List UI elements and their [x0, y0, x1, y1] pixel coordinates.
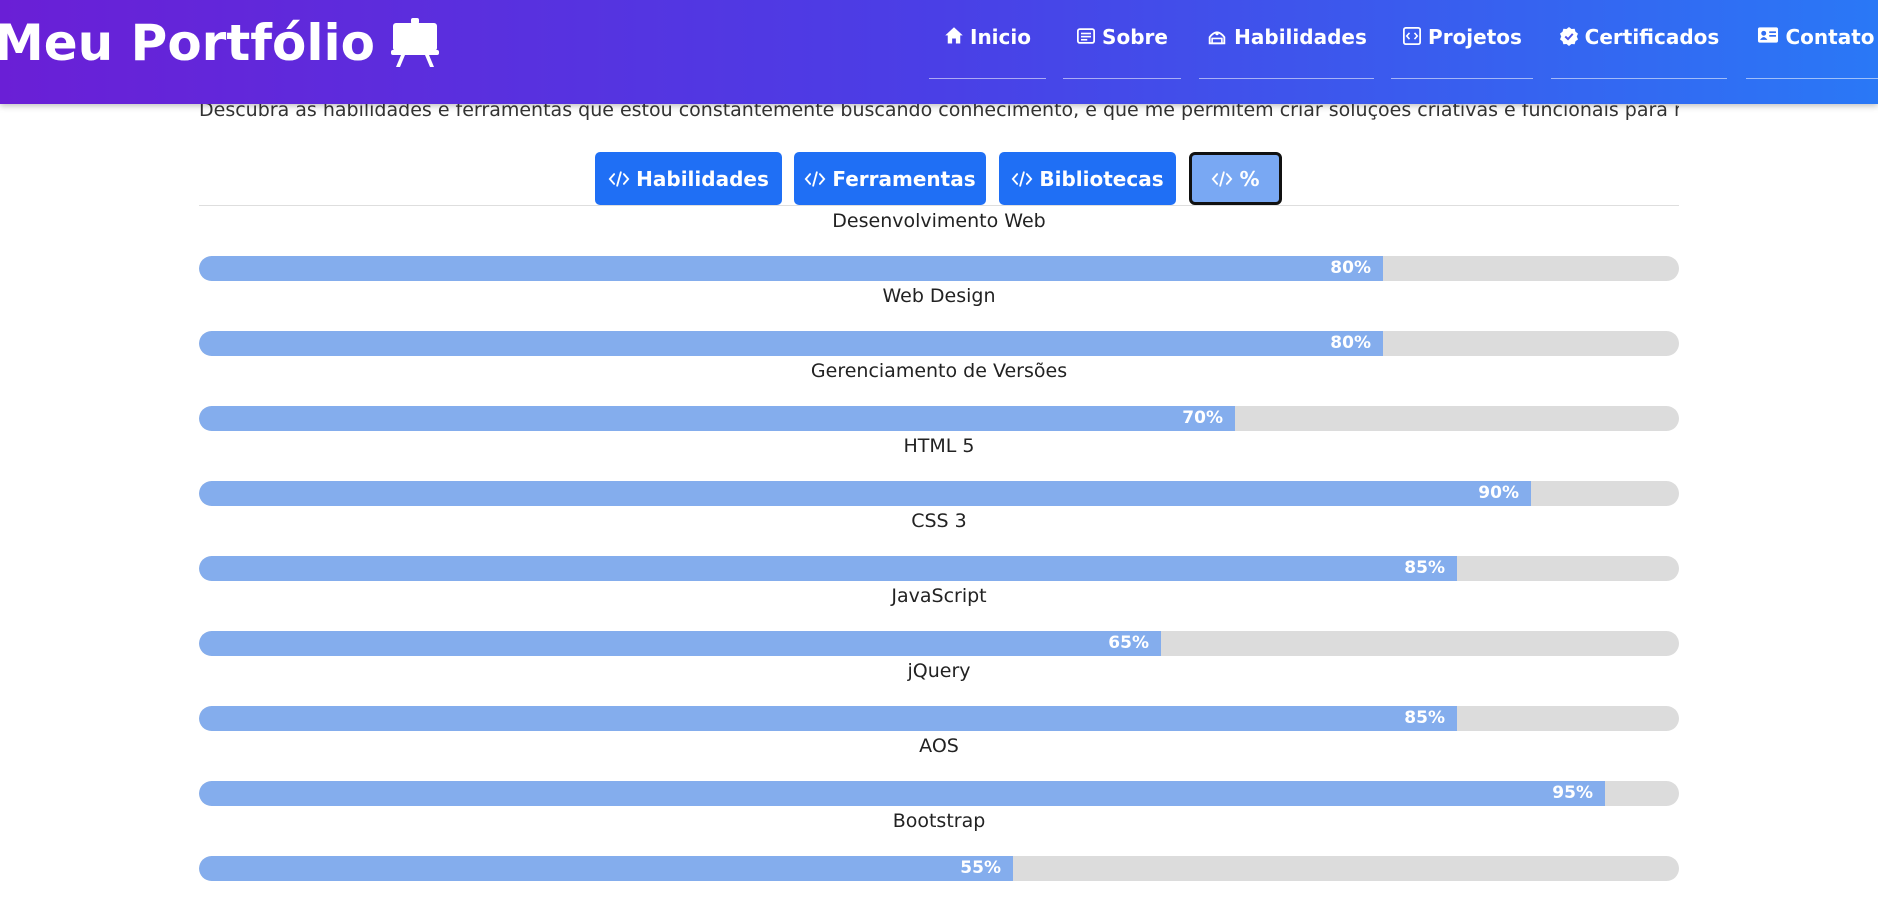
- nav-item-habilidades[interactable]: Habilidades: [1199, 22, 1374, 79]
- progress-label: 85%: [1404, 708, 1445, 728]
- progress-fill: 55%: [199, 856, 1013, 881]
- contact-card-icon: [1757, 26, 1779, 44]
- progress-fill: 80%: [199, 256, 1383, 281]
- code-slash-icon: [1011, 169, 1033, 189]
- progress-fill: 85%: [199, 706, 1457, 731]
- tab-label: %: [1239, 166, 1260, 191]
- nav-item-sobre[interactable]: Sobre: [1063, 22, 1181, 79]
- progress-bar: 80%: [199, 331, 1679, 356]
- nav-item-label: Sobre: [1102, 25, 1168, 49]
- skill-name: Desenvolvimento Web: [832, 210, 1046, 232]
- nav-item-certificados[interactable]: Certificados: [1551, 22, 1727, 79]
- code-slash-icon: [1211, 169, 1233, 189]
- nav-item-inicio[interactable]: Inicio: [929, 22, 1046, 79]
- skill-item: Desenvolvimento Web 80%: [199, 206, 1679, 281]
- skill-item: Bootstrap 55%: [199, 806, 1679, 881]
- nav-item-label: Inicio: [970, 25, 1031, 49]
- progress-label: 55%: [960, 858, 1001, 878]
- skill-name: jQuery: [907, 660, 971, 682]
- skill-item: AOS 95%: [199, 731, 1679, 806]
- progress-label: 65%: [1108, 633, 1149, 653]
- tools-icon: [1206, 26, 1228, 46]
- progress-label: 90%: [1478, 483, 1519, 503]
- brand[interactable]: Meu Portfólio: [0, 14, 441, 72]
- progress-bar: 85%: [199, 556, 1679, 581]
- skill-name: AOS: [919, 735, 959, 757]
- skill-name: Web Design: [882, 285, 996, 307]
- progress-bar: 70%: [199, 406, 1679, 431]
- skills-tabs: Habilidades Ferramentas Bibliotecas %: [0, 152, 1878, 206]
- nav-item-label: Habilidades: [1234, 25, 1367, 49]
- code-slash-icon: [804, 169, 826, 189]
- progress-bar: 90%: [199, 481, 1679, 506]
- brand-title: Meu Portfólio: [0, 14, 375, 72]
- nav-item-contato[interactable]: Contato: [1746, 22, 1878, 79]
- skill-name: JavaScript: [891, 585, 987, 607]
- progress-fill: 80%: [199, 331, 1383, 356]
- progress-bar: 95%: [199, 781, 1679, 806]
- skill-name: CSS 3: [911, 510, 967, 532]
- home-icon: [944, 26, 964, 46]
- progress-label: 80%: [1330, 333, 1371, 353]
- skill-name: Gerenciamento de Versões: [810, 360, 1068, 382]
- skill-item: jQuery 85%: [199, 656, 1679, 731]
- progress-bar: 55%: [199, 856, 1679, 881]
- nav-item-label: Certificados: [1584, 25, 1720, 49]
- tab-habilidades[interactable]: Habilidades: [595, 152, 782, 205]
- nav-item-label: Contato: [1785, 25, 1875, 49]
- progress-fill: 70%: [199, 406, 1235, 431]
- skills-list: Desenvolvimento Web 80% Web Design 80% G…: [199, 206, 1679, 881]
- easel-icon: [389, 17, 441, 69]
- progress-bar: 80%: [199, 256, 1679, 281]
- progress-fill: 65%: [199, 631, 1161, 656]
- tab-label: Ferramentas: [832, 166, 976, 191]
- skill-item: Web Design 80%: [199, 281, 1679, 356]
- skill-item: CSS 3 85%: [199, 506, 1679, 581]
- skill-item: HTML 5 90%: [199, 431, 1679, 506]
- progress-fill: 90%: [199, 481, 1531, 506]
- progress-bar: 85%: [199, 706, 1679, 731]
- tab-bibliotecas[interactable]: Bibliotecas: [999, 152, 1176, 205]
- patch-check-icon: [1559, 26, 1579, 46]
- skill-item: Gerenciamento de Versões 70%: [199, 356, 1679, 431]
- nav-item-label: Projetos: [1428, 25, 1522, 49]
- tab-percent[interactable]: %: [1189, 152, 1282, 205]
- progress-label: 85%: [1404, 558, 1445, 578]
- tab-ferramentas[interactable]: Ferramentas: [794, 152, 986, 205]
- code-slash-icon: [608, 169, 630, 189]
- skill-name: Bootstrap: [892, 810, 986, 832]
- progress-fill: 95%: [199, 781, 1605, 806]
- tab-label: Habilidades: [636, 166, 769, 191]
- progress-bar: 65%: [199, 631, 1679, 656]
- navbar: Meu Portfólio Inicio Sobre Habilidades P…: [0, 0, 1878, 104]
- article-icon: [1076, 26, 1096, 46]
- progress-fill: 85%: [199, 556, 1457, 581]
- progress-label: 70%: [1182, 408, 1223, 428]
- code-square-icon: [1402, 26, 1422, 46]
- nav-item-projetos[interactable]: Projetos: [1391, 22, 1533, 79]
- tab-label: Bibliotecas: [1039, 166, 1164, 191]
- progress-label: 80%: [1330, 258, 1371, 278]
- skill-name: HTML 5: [903, 435, 975, 457]
- progress-label: 95%: [1552, 783, 1593, 803]
- skill-item: JavaScript 65%: [199, 581, 1679, 656]
